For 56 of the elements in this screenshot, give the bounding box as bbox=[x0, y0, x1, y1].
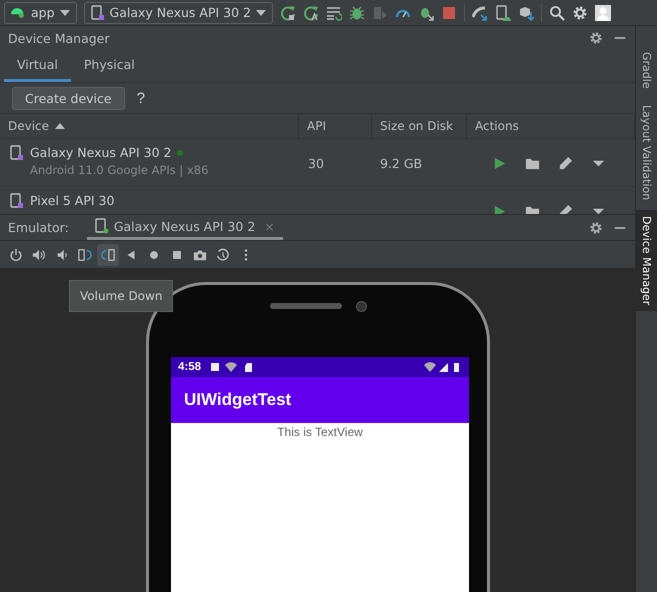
text-view: This is TextView bbox=[277, 425, 363, 441]
device-details: Android 11.0 Google APIs | x86 bbox=[30, 163, 208, 177]
device-name: Pixel 5 API 30 bbox=[30, 193, 114, 208]
settings-icon[interactable] bbox=[589, 31, 603, 45]
device-dropdown[interactable]: Galaxy Nexus API 30 2 bbox=[84, 2, 273, 24]
volume-up-icon bbox=[32, 248, 46, 262]
phone-icon bbox=[94, 218, 109, 234]
settings-icon[interactable] bbox=[572, 4, 588, 20]
volume-down-icon bbox=[55, 248, 69, 262]
avatar-icon[interactable] bbox=[595, 4, 611, 20]
stop-icon[interactable] bbox=[441, 4, 457, 20]
rerun-icon[interactable] bbox=[280, 4, 296, 20]
run-config-dropdown[interactable]: app bbox=[4, 2, 77, 24]
rotate-left-icon bbox=[78, 248, 92, 262]
phone-icon bbox=[90, 4, 105, 20]
screenshot-icon bbox=[193, 248, 207, 262]
bug-icon[interactable] bbox=[349, 4, 365, 20]
disk-size: 9.2 GB bbox=[380, 156, 422, 171]
play-icon[interactable] bbox=[492, 156, 507, 171]
api-level: 30 bbox=[308, 156, 324, 171]
emulator-tab[interactable]: Galaxy Nexus API 30 2 × bbox=[86, 216, 283, 240]
side-tab[interactable]: Layout Validation bbox=[636, 98, 657, 206]
device-tab[interactable]: Physical bbox=[70, 50, 148, 82]
device-tab[interactable]: Virtual bbox=[4, 50, 71, 82]
folder-icon[interactable] bbox=[525, 156, 540, 171]
column-header[interactable]: Device bbox=[8, 119, 50, 133]
snapshot-icon bbox=[216, 248, 230, 262]
speaker-grille bbox=[270, 303, 342, 309]
rotate-right-button[interactable] bbox=[97, 244, 119, 266]
sort-ascending-icon[interactable] bbox=[55, 123, 66, 129]
panel-title: Device Manager bbox=[8, 30, 111, 46]
column-header[interactable]: API bbox=[307, 119, 326, 133]
device-android-icon[interactable] bbox=[495, 4, 511, 20]
phone-icon bbox=[10, 193, 24, 209]
signal-battery-icons bbox=[424, 362, 462, 372]
phone-icon bbox=[10, 145, 24, 161]
rotate-right-icon bbox=[101, 248, 115, 262]
help-button[interactable]: ? bbox=[132, 90, 149, 106]
side-tab[interactable]: Device Manager bbox=[636, 210, 657, 312]
camera-dot bbox=[356, 300, 366, 312]
column-header[interactable]: Actions bbox=[475, 119, 519, 133]
power-icon bbox=[9, 248, 23, 262]
search-icon[interactable] bbox=[549, 4, 565, 20]
tooltip: Volume Down bbox=[69, 280, 174, 312]
create-device-button[interactable]: Create device bbox=[12, 86, 125, 110]
clock: 4:58 bbox=[178, 361, 202, 373]
side-tab[interactable]: Gradle bbox=[636, 46, 657, 95]
box-download-icon[interactable] bbox=[518, 4, 534, 20]
panel-title: Emulator: bbox=[8, 220, 69, 235]
app-title: UIWidgetTest bbox=[184, 390, 292, 410]
column-header[interactable]: Size on Disk bbox=[380, 119, 453, 133]
settings-icon[interactable] bbox=[589, 220, 603, 234]
caret-icon bbox=[60, 10, 70, 16]
pencil-icon[interactable] bbox=[558, 156, 573, 171]
device-name: Galaxy Nexus API 30 2 bbox=[30, 145, 172, 160]
caret-icon bbox=[256, 10, 266, 16]
